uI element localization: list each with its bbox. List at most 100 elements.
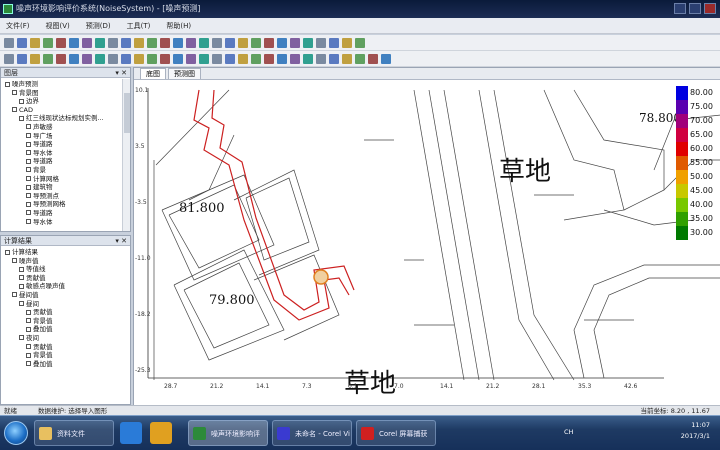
tree-item[interactable]: 贡献值	[1, 308, 130, 317]
checkbox[interactable]	[19, 335, 24, 341]
toolbar-tool-icon[interactable]	[251, 53, 261, 64]
toolbar-tool-icon[interactable]	[147, 37, 157, 48]
tree-item[interactable]: 背景值	[1, 351, 130, 360]
toolbar-tool-icon[interactable]	[121, 37, 131, 48]
toolbar-tool-icon[interactable]	[238, 53, 248, 64]
checkbox[interactable]	[26, 344, 31, 350]
toolbar-tool-icon[interactable]	[277, 37, 287, 48]
checkbox[interactable]	[26, 361, 31, 367]
checkbox[interactable]	[26, 150, 31, 156]
tree-item[interactable]: 昼间值	[1, 291, 130, 300]
toolbar-tool-icon[interactable]	[82, 53, 92, 64]
toolbar-tool-icon[interactable]	[69, 37, 79, 48]
toolbar-tool-icon[interactable]	[251, 37, 261, 48]
toolbar-tool-icon[interactable]	[56, 53, 66, 64]
tree-item[interactable]: 计算网格	[1, 175, 130, 184]
checkbox[interactable]	[19, 115, 24, 121]
tree-item[interactable]: 叠加值	[1, 325, 130, 334]
checkbox[interactable]	[26, 158, 31, 164]
checkbox[interactable]	[26, 352, 31, 358]
map-canvas[interactable]: 草地 草地 78.800 81.800 79.800 10.13.5-3.5-1…	[134, 80, 720, 406]
layers-scrollbar[interactable]	[122, 79, 130, 231]
toolbar-tool-icon[interactable]	[43, 53, 53, 64]
toolbar-tool-icon[interactable]	[212, 53, 222, 64]
checkbox[interactable]	[26, 184, 31, 190]
taskbar-item-corel-video[interactable]: 未命名 - Corel Vi	[272, 420, 352, 446]
checkbox[interactable]	[26, 309, 31, 315]
toolbar-tool-icon[interactable]	[316, 37, 326, 48]
tab-basemap[interactable]: 底图	[140, 68, 166, 79]
tree-item[interactable]: 导水体	[1, 149, 130, 158]
sogou-icon[interactable]	[120, 422, 142, 444]
toolbar-tool-icon[interactable]	[160, 37, 170, 48]
close-button[interactable]	[704, 3, 716, 14]
toolbar-tool-icon[interactable]	[264, 53, 274, 64]
toolbar-tool-icon[interactable]	[303, 53, 313, 64]
toolbar-tool-icon[interactable]	[4, 37, 14, 48]
toolbar-tool-icon[interactable]	[342, 37, 352, 48]
checkbox[interactable]	[26, 210, 31, 216]
minimize-button[interactable]	[674, 3, 686, 14]
toolbar-tool-icon[interactable]	[82, 37, 92, 48]
toolbar-tool-icon[interactable]	[186, 53, 196, 64]
tree-item[interactable]: 昼间	[1, 300, 130, 309]
toolbar-tool-icon[interactable]	[264, 37, 274, 48]
toolbar-tool-icon[interactable]	[30, 53, 40, 64]
tree-item[interactable]: 等值线	[1, 265, 130, 274]
panel-close-icon[interactable]: ▾ ✕	[115, 68, 127, 78]
tree-item[interactable]: 敏感点噪声值	[1, 282, 130, 291]
toolbar-tool-icon[interactable]	[17, 37, 27, 48]
checkbox[interactable]	[26, 124, 31, 130]
toolbar-tool-icon[interactable]	[225, 37, 235, 48]
menu-view[interactable]: 视图(V)	[46, 21, 70, 31]
checkbox[interactable]	[12, 258, 17, 264]
toolbar-tool-icon[interactable]	[95, 53, 105, 64]
toolbar-tool-icon[interactable]	[342, 53, 352, 64]
checkbox[interactable]	[26, 133, 31, 139]
tree-item[interactable]: 导水体	[1, 218, 130, 227]
taskbar-item-noise-system[interactable]: 噪声环境影响评	[188, 420, 268, 446]
toolbar-tool-icon[interactable]	[225, 53, 235, 64]
checkbox[interactable]	[19, 275, 24, 281]
tray-lang[interactable]: CH	[564, 428, 573, 436]
toolbar-tool-icon[interactable]	[186, 37, 196, 48]
tree-item[interactable]: 噪声预测	[1, 80, 130, 89]
tree-item[interactable]: 夜间	[1, 334, 130, 343]
toolbar-tool-icon[interactable]	[173, 37, 183, 48]
toolbar-tool-icon[interactable]	[95, 37, 105, 48]
checkbox[interactable]	[12, 107, 17, 113]
checkbox[interactable]	[19, 283, 24, 289]
toolbar-tool-icon[interactable]	[355, 37, 365, 48]
toolbar-tool-icon[interactable]	[134, 53, 144, 64]
toolbar-tool-icon[interactable]	[368, 53, 378, 64]
toolbar-tool-icon[interactable]	[329, 37, 339, 48]
toolbar-tool-icon[interactable]	[238, 37, 248, 48]
menu-help[interactable]: 帮助(H)	[166, 21, 191, 31]
taskbar-item-corel-capture[interactable]: Corel 屏幕捕获	[356, 420, 436, 446]
tree-item[interactable]: 导广场	[1, 132, 130, 141]
tree-item[interactable]: 导道路	[1, 209, 130, 218]
checkbox[interactable]	[19, 266, 24, 272]
checkbox[interactable]	[19, 301, 24, 307]
panel-close-icon[interactable]: ▾ ✕	[115, 236, 127, 246]
maximize-button[interactable]	[689, 3, 701, 14]
toolbar-tool-icon[interactable]	[173, 53, 183, 64]
toolbar-tool-icon[interactable]	[108, 53, 118, 64]
tree-item[interactable]: 背景值	[1, 317, 130, 326]
tree-item[interactable]: 声敏感	[1, 123, 130, 132]
toolbar-tool-icon[interactable]	[290, 53, 300, 64]
map-view[interactable]: 底图 预测图 草地 草地 78.800 81.800 79.800 10.1 3…	[133, 67, 720, 406]
toolbar-tool-icon[interactable]	[290, 37, 300, 48]
toolbar-tool-icon[interactable]	[199, 53, 209, 64]
checkbox[interactable]	[12, 292, 17, 298]
checkbox[interactable]	[12, 90, 17, 96]
menu-tools[interactable]: 工具(T)	[127, 21, 151, 31]
tree-item[interactable]: 背景图	[1, 89, 130, 98]
tree-item[interactable]: 边界	[1, 97, 130, 106]
toolbar-tool-icon[interactable]	[147, 53, 157, 64]
checkbox[interactable]	[26, 167, 31, 173]
tree-item[interactable]: 背景	[1, 166, 130, 175]
toolbar-tool-icon[interactable]	[355, 53, 365, 64]
checkbox[interactable]	[26, 219, 31, 224]
toolbar-tool-icon[interactable]	[69, 53, 79, 64]
